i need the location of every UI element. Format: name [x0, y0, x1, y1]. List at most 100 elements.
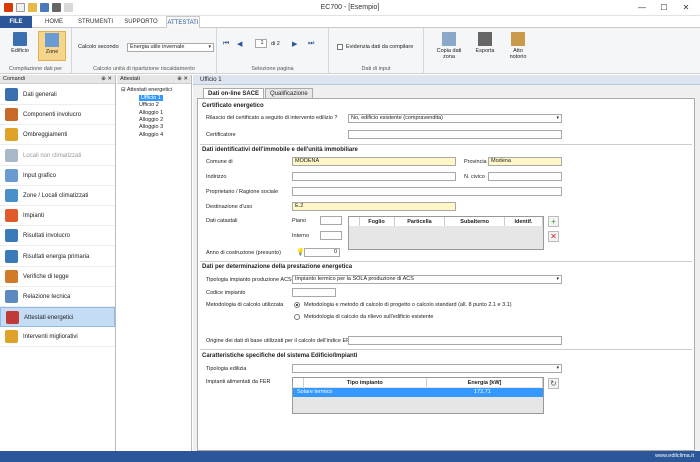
refresh-icon[interactable]: ↻ — [548, 378, 559, 389]
comandi-item-ombreggiamenti[interactable]: Ombreggiamenti — [0, 125, 115, 146]
comandi-item-interventi-migliorativi[interactable]: Interventi migliorativi — [0, 327, 115, 348]
comandi-item-label: Dati generali — [23, 92, 57, 98]
tab-attestati[interactable]: ATTESTATI — [166, 16, 200, 28]
title-bar: EC700 - [Esempio] — ☐ ✕ — [0, 0, 700, 16]
comandi-item-risultati-energia-primaria[interactable]: Risultati energia primaria — [0, 247, 115, 267]
tree-item[interactable]: Alloggio 1 — [139, 110, 163, 116]
comune-field[interactable]: MODENA — [292, 157, 456, 166]
tree-item[interactable]: Alloggio 3 — [139, 124, 163, 130]
edificio-button[interactable]: Edificio — [6, 31, 34, 61]
comandi-item-attestati-energetici[interactable]: Attestati energetici — [0, 307, 115, 328]
window-title: EC700 - [Esempio] — [320, 4, 380, 11]
radio-metodologia-progetto[interactable] — [294, 302, 300, 308]
tipologia-edilizia-select[interactable]: ▾ — [292, 364, 562, 373]
civico-field[interactable] — [488, 172, 562, 181]
last-page-icon[interactable]: ⏭ — [308, 40, 314, 48]
comandi-item-impianti[interactable]: Impianti — [0, 206, 115, 227]
atto-notorio-button[interactable]: Atto notorio — [504, 31, 532, 61]
zone-button[interactable]: Zone — [38, 31, 66, 61]
tab-strumenti[interactable]: STRUMENTI — [78, 16, 113, 28]
tab-home[interactable]: HOME — [42, 16, 66, 28]
col-subalterno: Subalterno — [444, 217, 505, 226]
catastali-label: Dati catastali — [206, 218, 238, 224]
comandi-item-zone-locali-climatizzati[interactable]: Zone / Locali climatizzati — [0, 186, 115, 206]
prev-page-icon[interactable]: ◀ — [237, 40, 242, 48]
origine-field[interactable] — [348, 336, 562, 345]
delete-row-icon[interactable]: ✕ — [548, 231, 559, 242]
chevron-down-icon: ▾ — [208, 44, 211, 50]
add-row-icon[interactable]: + — [548, 216, 559, 227]
radio-metodologia-rilievo[interactable] — [294, 314, 300, 320]
comandi-item-risultati-involucro[interactable]: Risultati involucro — [0, 226, 115, 247]
maximize-button[interactable]: ☐ — [654, 2, 674, 14]
table-row[interactable]: Solare termico 172,71 — [293, 388, 543, 397]
zones-icon — [45, 33, 59, 47]
comandi-item-locali-non-climatizzati[interactable]: Locali non climatizzati — [0, 146, 115, 166]
comandi-item-input-grafico[interactable]: Input grafico — [0, 166, 115, 186]
destinazione-label: Destinazione d'uso — [206, 204, 253, 210]
tab-supporto[interactable]: SUPPORTO — [124, 16, 158, 28]
indirizzo-field[interactable] — [292, 172, 456, 181]
calcolo-value: Energia utile invernale — [130, 44, 185, 50]
building-icon — [13, 32, 27, 46]
rilascio-value: No, edificio esistente (compravendita) — [351, 115, 444, 121]
tipologia-acs-value: Impianto termico per la SOLA produzione … — [295, 276, 414, 282]
certificatore-label: Certificatore — [206, 132, 236, 138]
tree-item[interactable]: Ufficio 1 — [139, 95, 163, 101]
group-label-pagina: Selezione pagina — [251, 66, 294, 72]
close-button[interactable]: ✕ — [676, 2, 696, 14]
first-page-icon[interactable]: ⏮ — [223, 40, 229, 48]
tab-qualificazione[interactable]: Qualificazione — [265, 88, 313, 98]
tab-dati-online-sace[interactable]: Dati on-line SACE — [203, 88, 265, 98]
origine-label: Origine dei dati di base utilizzati per … — [206, 338, 350, 344]
zones-icon — [5, 189, 18, 202]
copia-dati-zona-button[interactable]: Copia dati zona — [432, 31, 466, 61]
ribbon-group-calcolo: Calcolo secondo Energia utile invernale ▾… — [72, 28, 217, 74]
comandi-item-componenti-involucro[interactable]: Componenti involucro — [0, 105, 115, 126]
provincia-field[interactable]: Modena — [488, 157, 562, 166]
piano-field[interactable] — [320, 216, 342, 225]
tree-item[interactable]: Alloggio 4 — [139, 132, 163, 138]
tipologia-acs-label: Tipologia impianto produzione ACS — [206, 277, 292, 283]
destinazione-field[interactable]: E.2 — [292, 202, 456, 211]
tree-item[interactable]: Ufficio 2 — [139, 102, 159, 108]
comandi-item-label: Componenti involucro — [23, 112, 82, 119]
tab-file[interactable]: FILE — [0, 16, 32, 28]
next-page-icon[interactable]: ▶ — [292, 40, 297, 48]
pin-close-icon[interactable]: ⊕ ✕ — [177, 75, 188, 84]
tipologia-acs-select[interactable]: Impianto termico per la SOLA produzione … — [292, 275, 562, 284]
page-input[interactable]: 1 — [255, 39, 267, 48]
esporta-button[interactable]: Esporta — [470, 31, 500, 61]
comandi-item-dati-generali[interactable]: Dati generali — [0, 85, 115, 105]
evidenzia-checkbox[interactable] — [337, 44, 343, 50]
fer-table[interactable]: Tipo impianto Energia [kW] Solare termic… — [292, 377, 544, 414]
comandi-item-verifiche-di-legge[interactable]: Verifiche di legge — [0, 267, 115, 287]
graphic-input-icon — [5, 168, 18, 182]
metodologia-label: Metodologia di calcolo utilizzata — [206, 302, 284, 308]
ribbon-group-compilazione: Edificio Zone Compilazione dati per — [0, 28, 72, 74]
comandi-item-relazione-tecnica[interactable]: Relazione tecnica — [0, 287, 115, 307]
section-caratteristiche: Caratteristiche specifiche del sistema E… — [202, 353, 358, 359]
anno-field[interactable]: 0 — [304, 248, 340, 257]
col-particella: Particella — [394, 217, 446, 226]
group-label-calcolo: Calcolo unità di ripartizione riscaldame… — [93, 66, 195, 72]
rilascio-select[interactable]: No, edificio esistente (compravendita) ▾ — [348, 114, 562, 123]
interno-field[interactable] — [320, 231, 342, 240]
pin-close-icon[interactable]: ⊕ ✕ — [101, 75, 112, 84]
proprietario-label: Proprietario / Ragione sociale — [206, 189, 279, 195]
copy-icon — [442, 32, 456, 46]
col-identif: Identif. — [504, 217, 544, 226]
tree-item[interactable]: Alloggio 2 — [139, 117, 163, 123]
tree-root[interactable]: ⊟ Attestati energetici — [121, 87, 172, 93]
website-link[interactable]: www.edilclima.it — [655, 453, 694, 459]
codice-field[interactable] — [292, 288, 336, 297]
catastali-table-header: Foglio Particella Subalterno Identif. — [349, 217, 544, 226]
certificatore-field[interactable] — [348, 130, 562, 139]
minimize-button[interactable]: — — [632, 2, 652, 14]
evidenzia-label: Evidenzia dati da compilare — [346, 44, 414, 50]
piano-label: Piano — [292, 218, 307, 224]
calcolo-select[interactable]: Energia utile invernale ▾ — [127, 43, 214, 52]
proprietario-field[interactable] — [292, 187, 562, 196]
catastali-table[interactable]: Foglio Particella Subalterno Identif. — [348, 216, 544, 250]
comandi-item-label: Interventi migliorativi — [23, 334, 78, 341]
